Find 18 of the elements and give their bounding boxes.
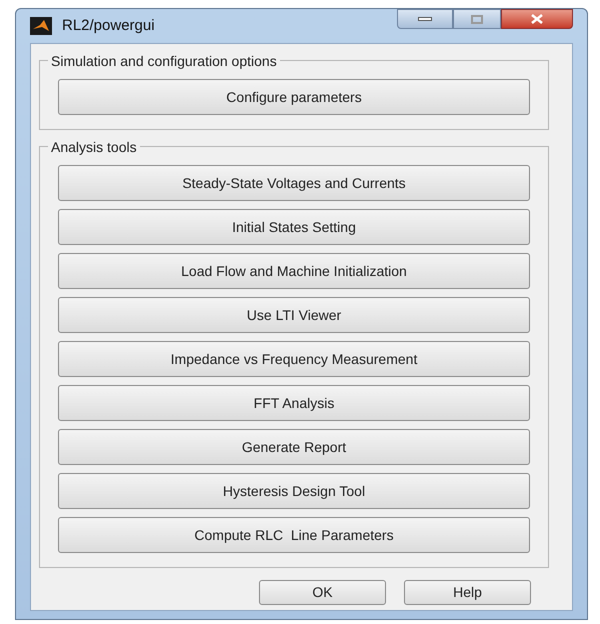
action-button[interactable]: Load Flow and Machine Initialization <box>58 253 530 289</box>
action-button[interactable]: Compute RLC Line Parameters <box>58 517 530 553</box>
minimize-button[interactable] <box>397 9 453 29</box>
close-icon <box>531 14 543 24</box>
close-button[interactable] <box>501 9 573 29</box>
action-button[interactable]: FFT Analysis <box>58 385 530 421</box>
action-button[interactable]: Generate Report <box>58 429 530 465</box>
action-button[interactable]: Configure parameters <box>58 79 530 115</box>
dialog-button[interactable]: Help <box>404 580 531 605</box>
action-button[interactable]: Use LTI Viewer <box>58 297 530 333</box>
dialog-button[interactable]: OK <box>259 580 386 605</box>
action-button[interactable]: Initial States Setting <box>58 209 530 245</box>
action-button[interactable]: Hysteresis Design Tool <box>58 473 530 509</box>
action-button[interactable]: Impedance vs Frequency Measurement <box>58 341 530 377</box>
maximize-button[interactable] <box>453 9 501 29</box>
app-logo-icon <box>30 17 52 35</box>
window-title: RL2/powergui <box>62 16 155 36</box>
action-button[interactable]: Steady-State Voltages and Currents <box>58 165 530 201</box>
